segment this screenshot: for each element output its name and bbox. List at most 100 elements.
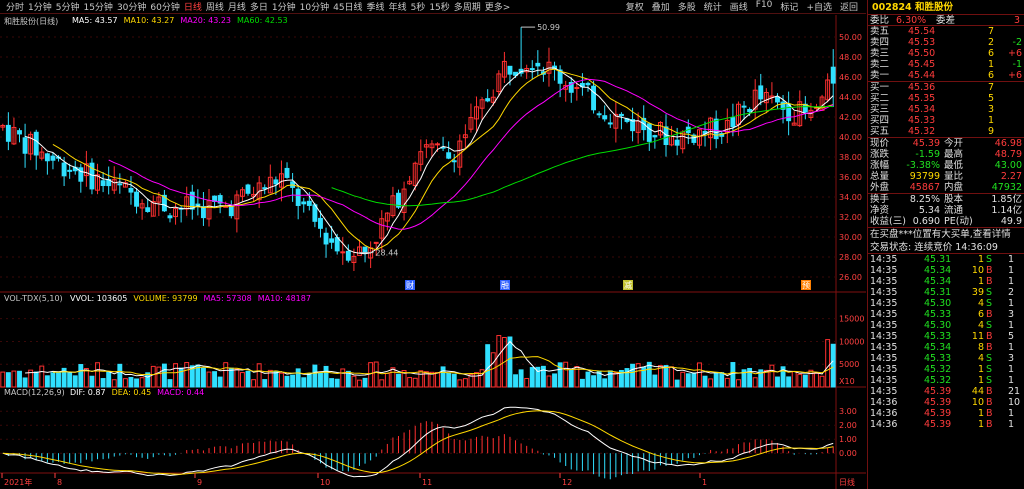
period-tab-16[interactable]: 15秒: [429, 0, 449, 13]
tick-row[interactable]: 14:36 45.39 1 B 1: [868, 408, 1024, 419]
chart-action-2[interactable]: 多股: [678, 0, 696, 13]
tick-row[interactable]: 14:35 45.31 39 S 2: [868, 287, 1024, 298]
period-tab-9[interactable]: 多日: [250, 0, 268, 13]
tick-row[interactable]: 14:35 45.31 1 S 1: [868, 254, 1024, 265]
bid-volume: 1: [988, 115, 995, 126]
quote-value: 5.34: [918, 205, 940, 216]
volume-bar: [630, 363, 636, 388]
chart-action-5[interactable]: F10: [756, 0, 773, 13]
period-tab-17[interactable]: 多周期: [454, 0, 481, 13]
tick-list[interactable]: 14:35 45.31 1 S 1 14:35 45.34 10 B 1 14:35 45.34 1 B 1…: [868, 254, 1024, 430]
chart-action-1[interactable]: 叠加: [652, 0, 670, 13]
volume-bar: [56, 371, 61, 388]
period-tab-10[interactable]: 1分钟: [272, 0, 296, 13]
tick-row[interactable]: 14:36 45.39 10 B 10: [868, 397, 1024, 408]
volume-bar: [329, 378, 335, 388]
chart-action-7[interactable]: +自选: [806, 0, 832, 13]
ask-label: 卖三: [870, 48, 890, 59]
tick-row[interactable]: 14:35 45.34 1 B 1: [868, 276, 1024, 287]
period-tab-7[interactable]: 周线: [206, 0, 224, 13]
tick-row[interactable]: 14:35 45.30 4 S 1: [868, 298, 1024, 309]
tick-time: 14:35: [870, 331, 898, 342]
candle-body: [446, 152, 452, 159]
tick-volume: 8: [977, 342, 984, 353]
chart-action-8[interactable]: 返回: [840, 0, 858, 13]
volume-bar: [122, 378, 128, 388]
period-tab-11[interactable]: 10分钟: [300, 0, 329, 13]
period-tab-3[interactable]: 15分钟: [83, 0, 112, 13]
tick-row[interactable]: 14:36 45.39 1 B 1: [868, 419, 1024, 430]
volume-bar: [78, 364, 84, 388]
volume-bar: [713, 371, 719, 388]
period-tab-13[interactable]: 季线: [367, 0, 385, 13]
tick-row[interactable]: 14:35 45.33 4 S 3: [868, 353, 1024, 364]
period-tab-14[interactable]: 年线: [389, 0, 407, 13]
period-tab-5[interactable]: 60分钟: [150, 0, 179, 13]
quote-label: 收益(三): [870, 216, 906, 227]
price-tick-label: 26.00: [839, 273, 862, 282]
period-tab-18[interactable]: 更多>: [485, 0, 511, 13]
kline-chart-svg[interactable]: 50.00 48.00 46.00 44.00 42.00 40.00 38.00 36.00…: [0, 15, 866, 489]
period-tab-1[interactable]: 1分钟: [28, 0, 52, 13]
price-tick-label: 40.00: [839, 133, 862, 142]
quote-row-quote-3: 总量 93799 量比 2.27: [868, 171, 1024, 182]
quote-value-2: 2.27: [1000, 171, 1022, 182]
bid-volume: 7: [988, 82, 995, 93]
kline-chart-area[interactable]: 50.00 48.00 46.00 44.00 42.00 40.00 38.00 36.00…: [0, 15, 866, 489]
volume-bar: [106, 371, 112, 388]
volume-bar: [245, 370, 251, 388]
period-tab-6[interactable]: 日线: [184, 0, 202, 13]
candle-body: [306, 200, 312, 206]
volume-bar: [663, 365, 669, 388]
tick-row[interactable]: 14:35 45.33 11 B 5: [868, 331, 1024, 342]
period-tab-0[interactable]: 分时: [6, 0, 24, 13]
tick-time: 14:35: [870, 353, 898, 364]
candle-body: [128, 187, 134, 193]
volume-bar: [674, 379, 680, 388]
period-label: 日线: [839, 477, 855, 487]
tick-row[interactable]: 14:35 45.32 1 S 1: [868, 364, 1024, 375]
candle-body: [329, 238, 335, 243]
quote-value-2: 46.98: [994, 138, 1022, 149]
tick-row[interactable]: 14:35 45.32 1 S 1: [868, 375, 1024, 386]
chart-action-0[interactable]: 复权: [626, 0, 644, 13]
period-tab-8[interactable]: 月线: [228, 0, 246, 13]
volume-bar: [802, 374, 808, 388]
volume-bar: [474, 372, 479, 388]
tick-side: B: [986, 397, 993, 408]
chart-action-4[interactable]: 画线: [730, 0, 748, 13]
big-order-notice[interactable]: 在买盘***位置有大买单,查看详情: [868, 228, 1024, 241]
period-tab-12[interactable]: 45日线: [333, 0, 362, 13]
volume-bar: [173, 363, 179, 388]
chart-action-6[interactable]: 标记: [780, 0, 798, 13]
macd-line: [2, 410, 834, 475]
tick-row[interactable]: 14:35 45.33 6 B 3: [868, 309, 1024, 320]
event-mark-label: 预: [802, 280, 810, 290]
ask-price: 45.54: [908, 26, 936, 37]
tick-count: 1: [1008, 364, 1015, 375]
volume-bar: [786, 376, 792, 388]
tick-row[interactable]: 14:35 45.39 44 B 21: [868, 386, 1024, 397]
bid-row-4: 买五 45.32 9: [868, 126, 1024, 137]
price-tick-label: 48.00: [839, 53, 862, 62]
price-tick-label: 46.00: [839, 73, 862, 82]
tick-row[interactable]: 14:35 45.34 10 B 1: [868, 265, 1024, 276]
tick-count: 1: [1008, 342, 1015, 353]
period-tab-4[interactable]: 30分钟: [117, 0, 146, 13]
volume-bar: [22, 377, 28, 388]
quote-label: 涨跌: [870, 149, 890, 160]
chart-action-3[interactable]: 统计: [704, 0, 722, 13]
volume-bar: [39, 365, 45, 388]
candle-body: [67, 169, 73, 172]
period-tab-2[interactable]: 5分钟: [56, 0, 80, 13]
period-tab-15[interactable]: 5秒: [411, 0, 426, 13]
candle-body: [78, 167, 84, 182]
tick-row[interactable]: 14:35 45.34 8 B 1: [868, 342, 1024, 353]
candle-body: [741, 105, 747, 108]
volume-bar: [11, 370, 17, 388]
candle-body: [44, 153, 50, 162]
volume-bar: [396, 373, 401, 388]
tick-row[interactable]: 14:35 45.30 4 S 1: [868, 320, 1024, 331]
bid-label: 买四: [870, 115, 890, 126]
volume-bar: [139, 377, 145, 388]
